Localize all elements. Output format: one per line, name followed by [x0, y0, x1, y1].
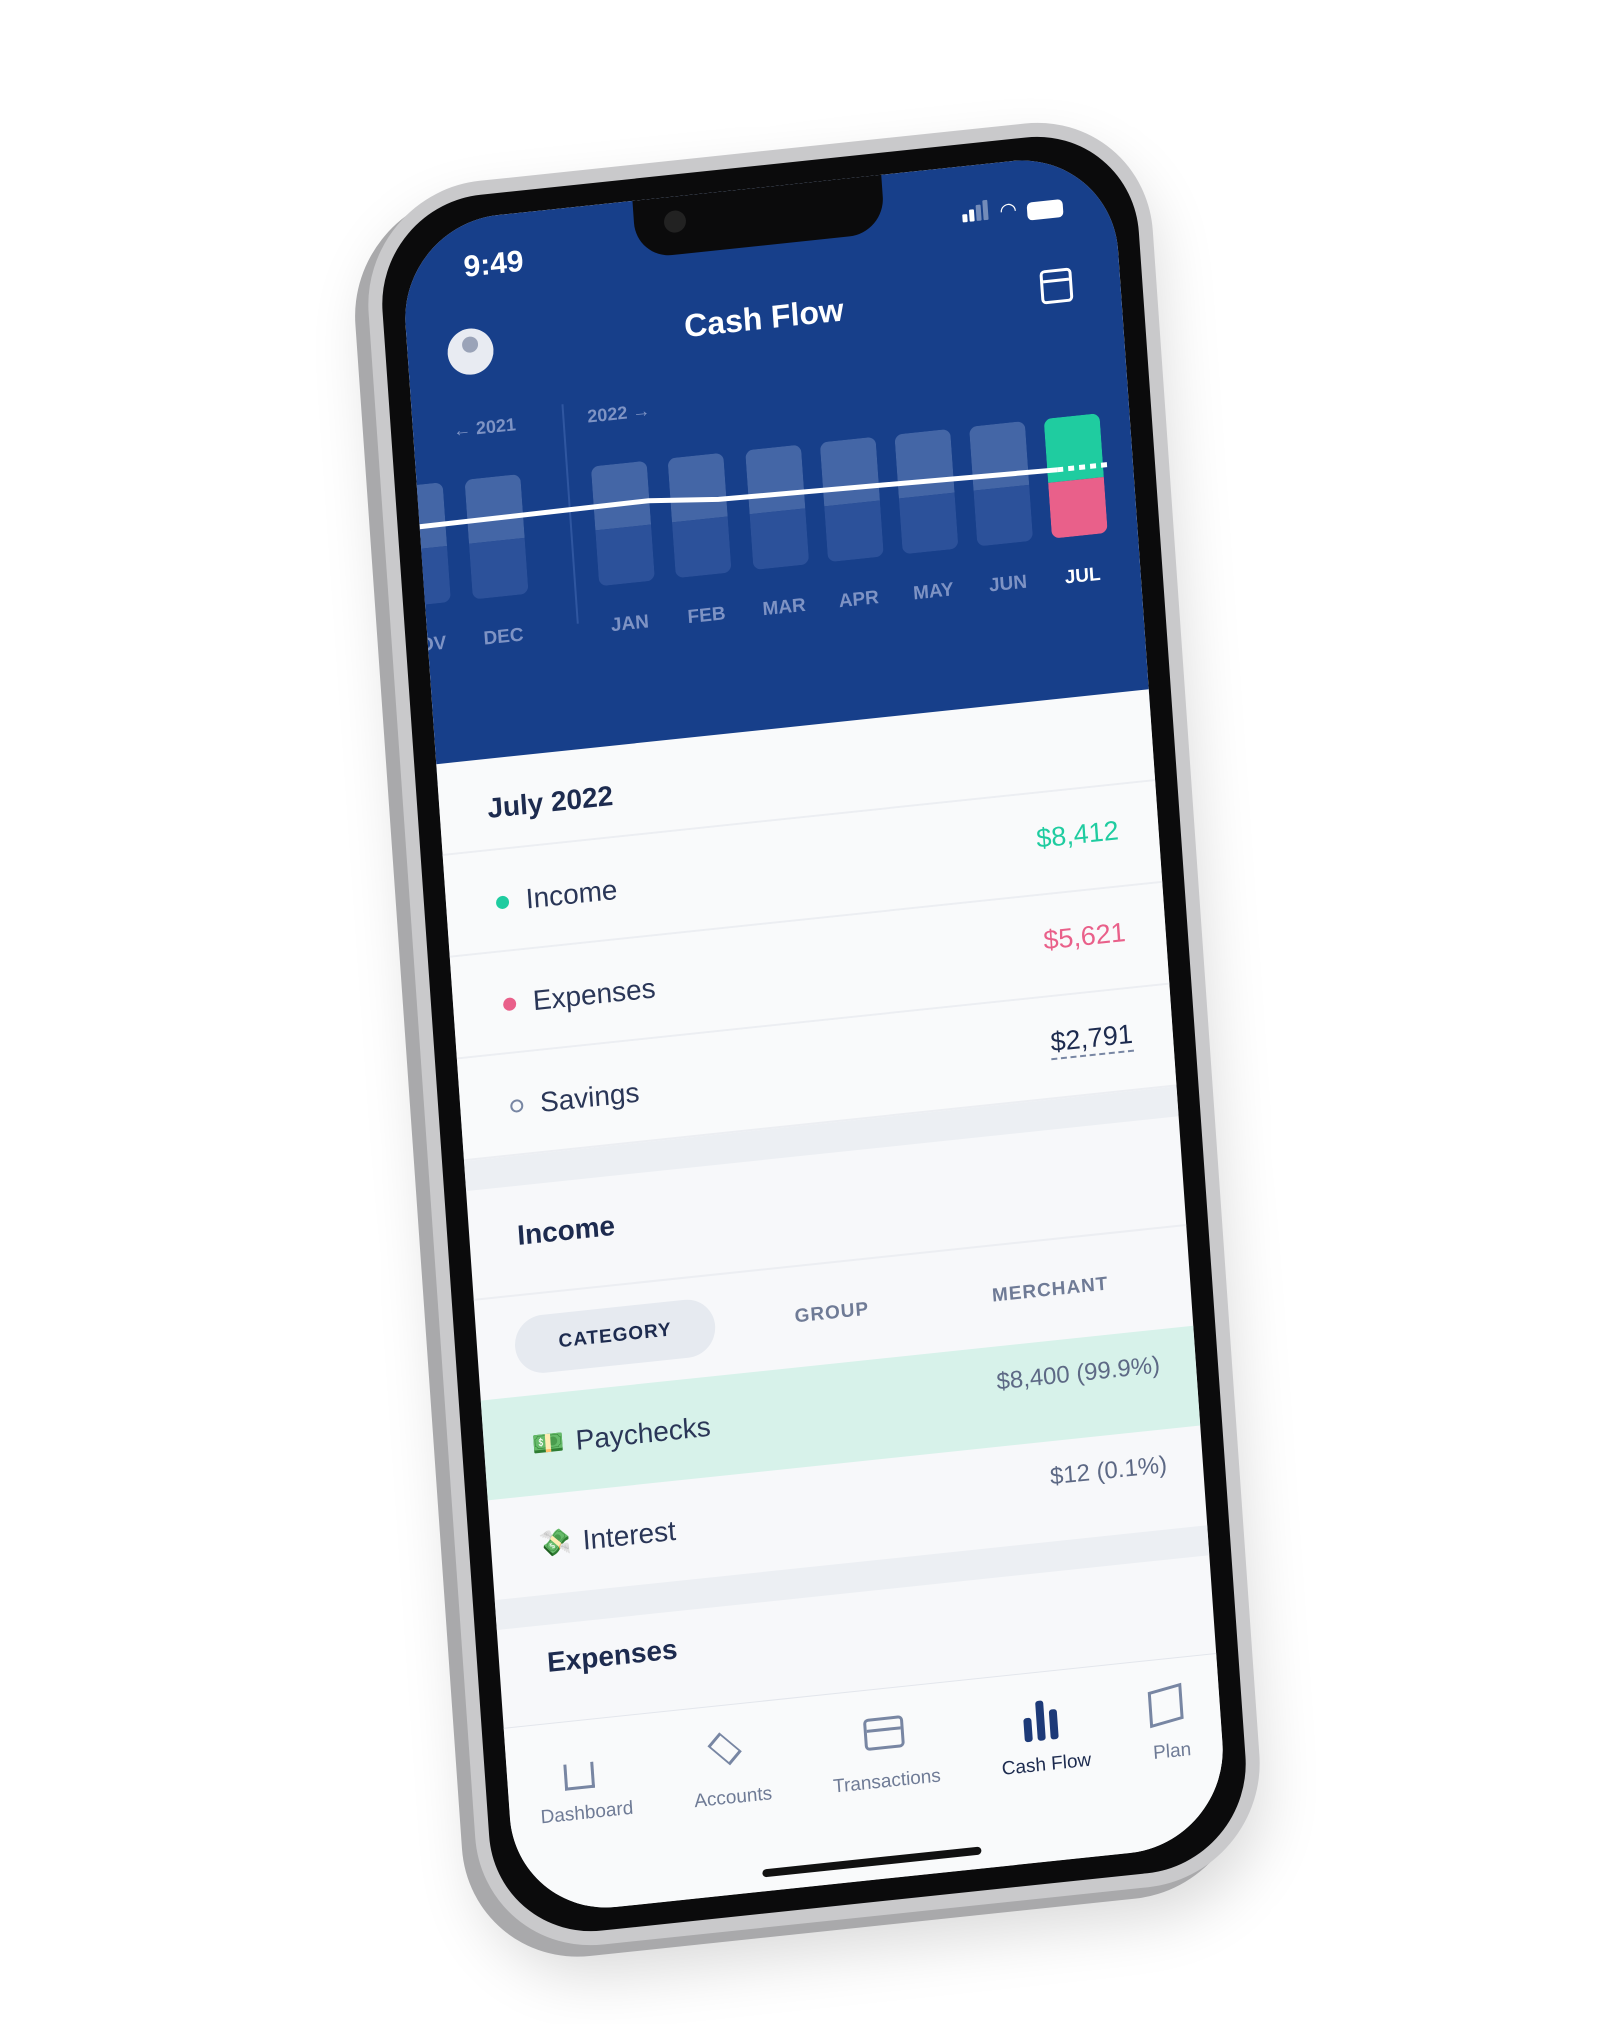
tab-label: Cash Flow	[1001, 1749, 1092, 1780]
calendar-icon[interactable]	[1039, 267, 1074, 305]
app-screen: 9:49 ◠ Cash Flow ← 2021 2022 → NOV DEC JAN…	[398, 150, 1230, 1918]
signal-icon	[961, 199, 991, 228]
status-time: 9:49	[462, 244, 525, 284]
layers-icon	[707, 1732, 742, 1766]
tab-label: Plan	[1152, 1739, 1192, 1764]
tab-label: Dashboard	[539, 1797, 634, 1829]
tab-label: Accounts	[693, 1783, 773, 1813]
expenses-amount: $5,621	[1042, 916, 1127, 956]
category-name: Paychecks	[574, 1410, 712, 1456]
category-value: $8,400 (99.9%)	[995, 1351, 1161, 1396]
camera	[663, 209, 687, 234]
prev-year-link[interactable]: ← 2021	[452, 414, 516, 442]
flying-money-icon: 💸	[537, 1525, 573, 1560]
expenses-label: Expenses	[531, 972, 657, 1017]
category-value: $12 (0.1%)	[1049, 1451, 1168, 1491]
map-icon	[1147, 1682, 1184, 1729]
bar-chart-icon	[1022, 1698, 1065, 1743]
income-amount: $8,412	[1035, 815, 1120, 854]
tab-label: Transactions	[832, 1765, 942, 1798]
savings-amount: $2,791	[1049, 1018, 1135, 1061]
credit-card-icon	[862, 1715, 905, 1752]
wifi-icon: ◠	[998, 198, 1018, 223]
tab-category[interactable]: CATEGORY	[512, 1296, 718, 1376]
home-icon	[563, 1761, 596, 1791]
expenses-dot	[502, 997, 517, 1012]
notch	[632, 174, 886, 259]
savings-label: Savings	[539, 1076, 641, 1118]
money-icon: 💵	[530, 1426, 566, 1460]
income-label: Income	[524, 873, 619, 915]
savings-dot	[509, 1098, 524, 1114]
phone-frame: 9:49 ◠ Cash Flow ← 2021 2022 → NOV DEC JAN…	[360, 110, 1268, 1958]
status-icons: ◠	[961, 192, 1064, 228]
tab-plan[interactable]: Plan	[1147, 1682, 1199, 1850]
tab-cash-flow[interactable]: Cash Flow	[997, 1696, 1098, 1866]
income-dot	[495, 895, 510, 910]
header: 9:49 ◠ Cash Flow ← 2021 2022 → NOV DEC JAN…	[398, 150, 1151, 785]
next-year-link[interactable]: 2022 →	[587, 400, 651, 428]
tab-merchant[interactable]: MERCHANT	[946, 1251, 1154, 1330]
tab-group[interactable]: GROUP	[749, 1276, 915, 1351]
battery-icon	[1026, 198, 1064, 221]
tab-dashboard[interactable]: Dashboard	[536, 1744, 640, 1914]
content: July 2022 Income $8,412 Expenses $5,621 …	[436, 689, 1214, 1706]
category-name: Interest	[581, 1514, 677, 1556]
